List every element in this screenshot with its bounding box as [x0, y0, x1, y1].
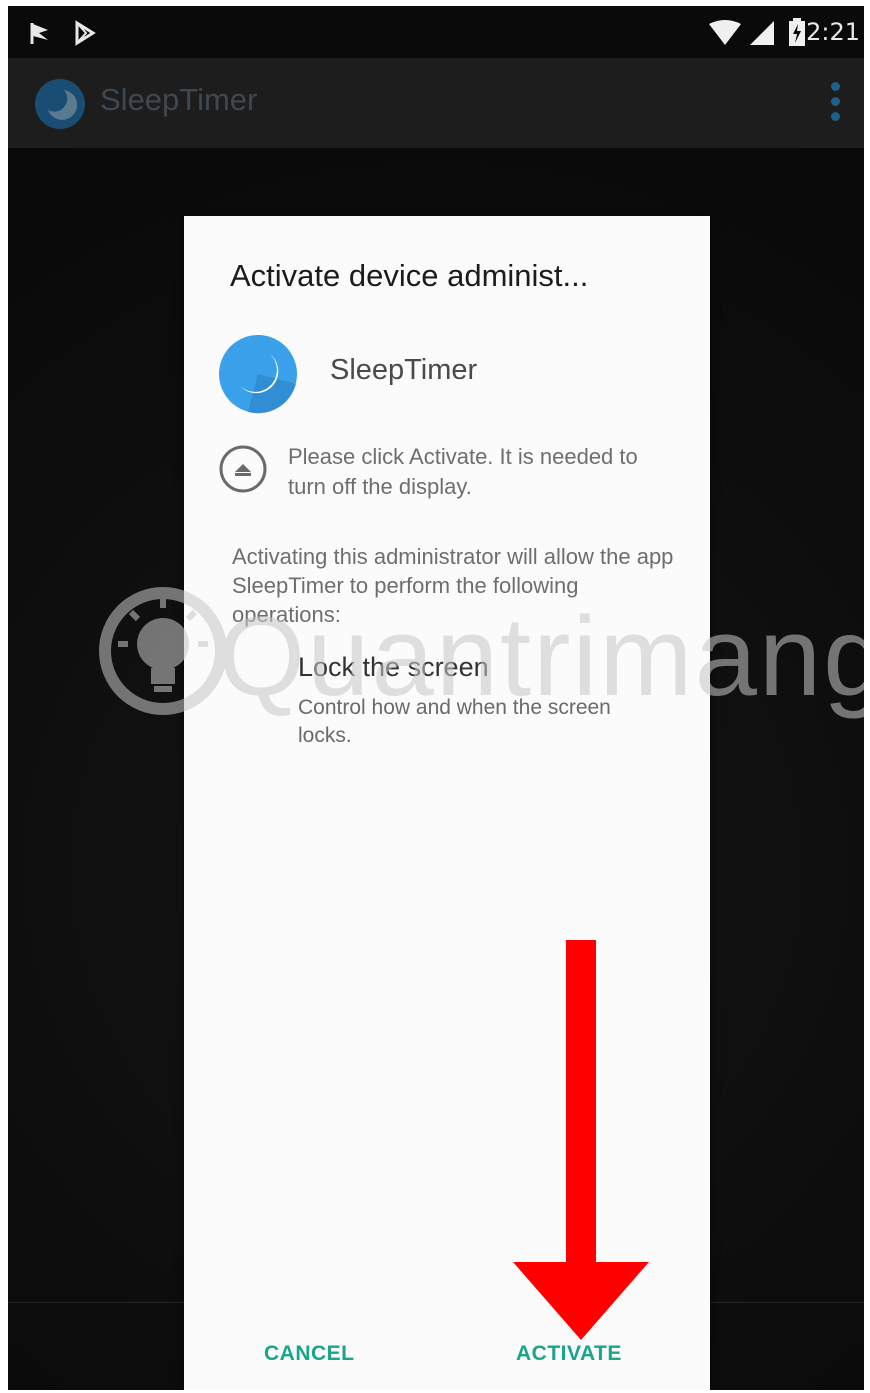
sleeptimer-app-icon [219, 335, 297, 414]
play-store-icon [75, 20, 96, 46]
notification-flag-icon [30, 23, 48, 44]
phone-screen: 2:21 SleepTimer Activate device administ… [8, 6, 864, 1390]
admin-description: Please click Activate. It is needed to t… [288, 444, 638, 499]
warning-text: Activating this administrator will allow… [232, 544, 674, 627]
action-bar: SleepTimer [8, 58, 864, 148]
red-arrow-icon [513, 940, 649, 1340]
policy-description: Control how and when the screen locks. [298, 696, 611, 747]
status-time: 2:21 [806, 18, 860, 46]
sleeptimer-logo-icon [35, 79, 85, 129]
dialog-title: Activate device administ... [230, 258, 589, 293]
battery-icon [789, 18, 805, 46]
dialog-app-name: SleepTimer [330, 354, 478, 386]
cancel-button[interactable]: CANCEL [254, 1334, 365, 1374]
wifi-icon [709, 20, 741, 45]
chevron-up-circle-icon[interactable] [218, 444, 268, 494]
policy-title: Lock the screen [298, 652, 489, 682]
signal-icon [750, 21, 774, 45]
activate-button[interactable]: ACTIVATE [506, 1334, 632, 1374]
overflow-menu-icon[interactable] [828, 78, 842, 132]
app-title: SleepTimer [100, 82, 258, 117]
status-bar: 2:21 [8, 6, 864, 58]
